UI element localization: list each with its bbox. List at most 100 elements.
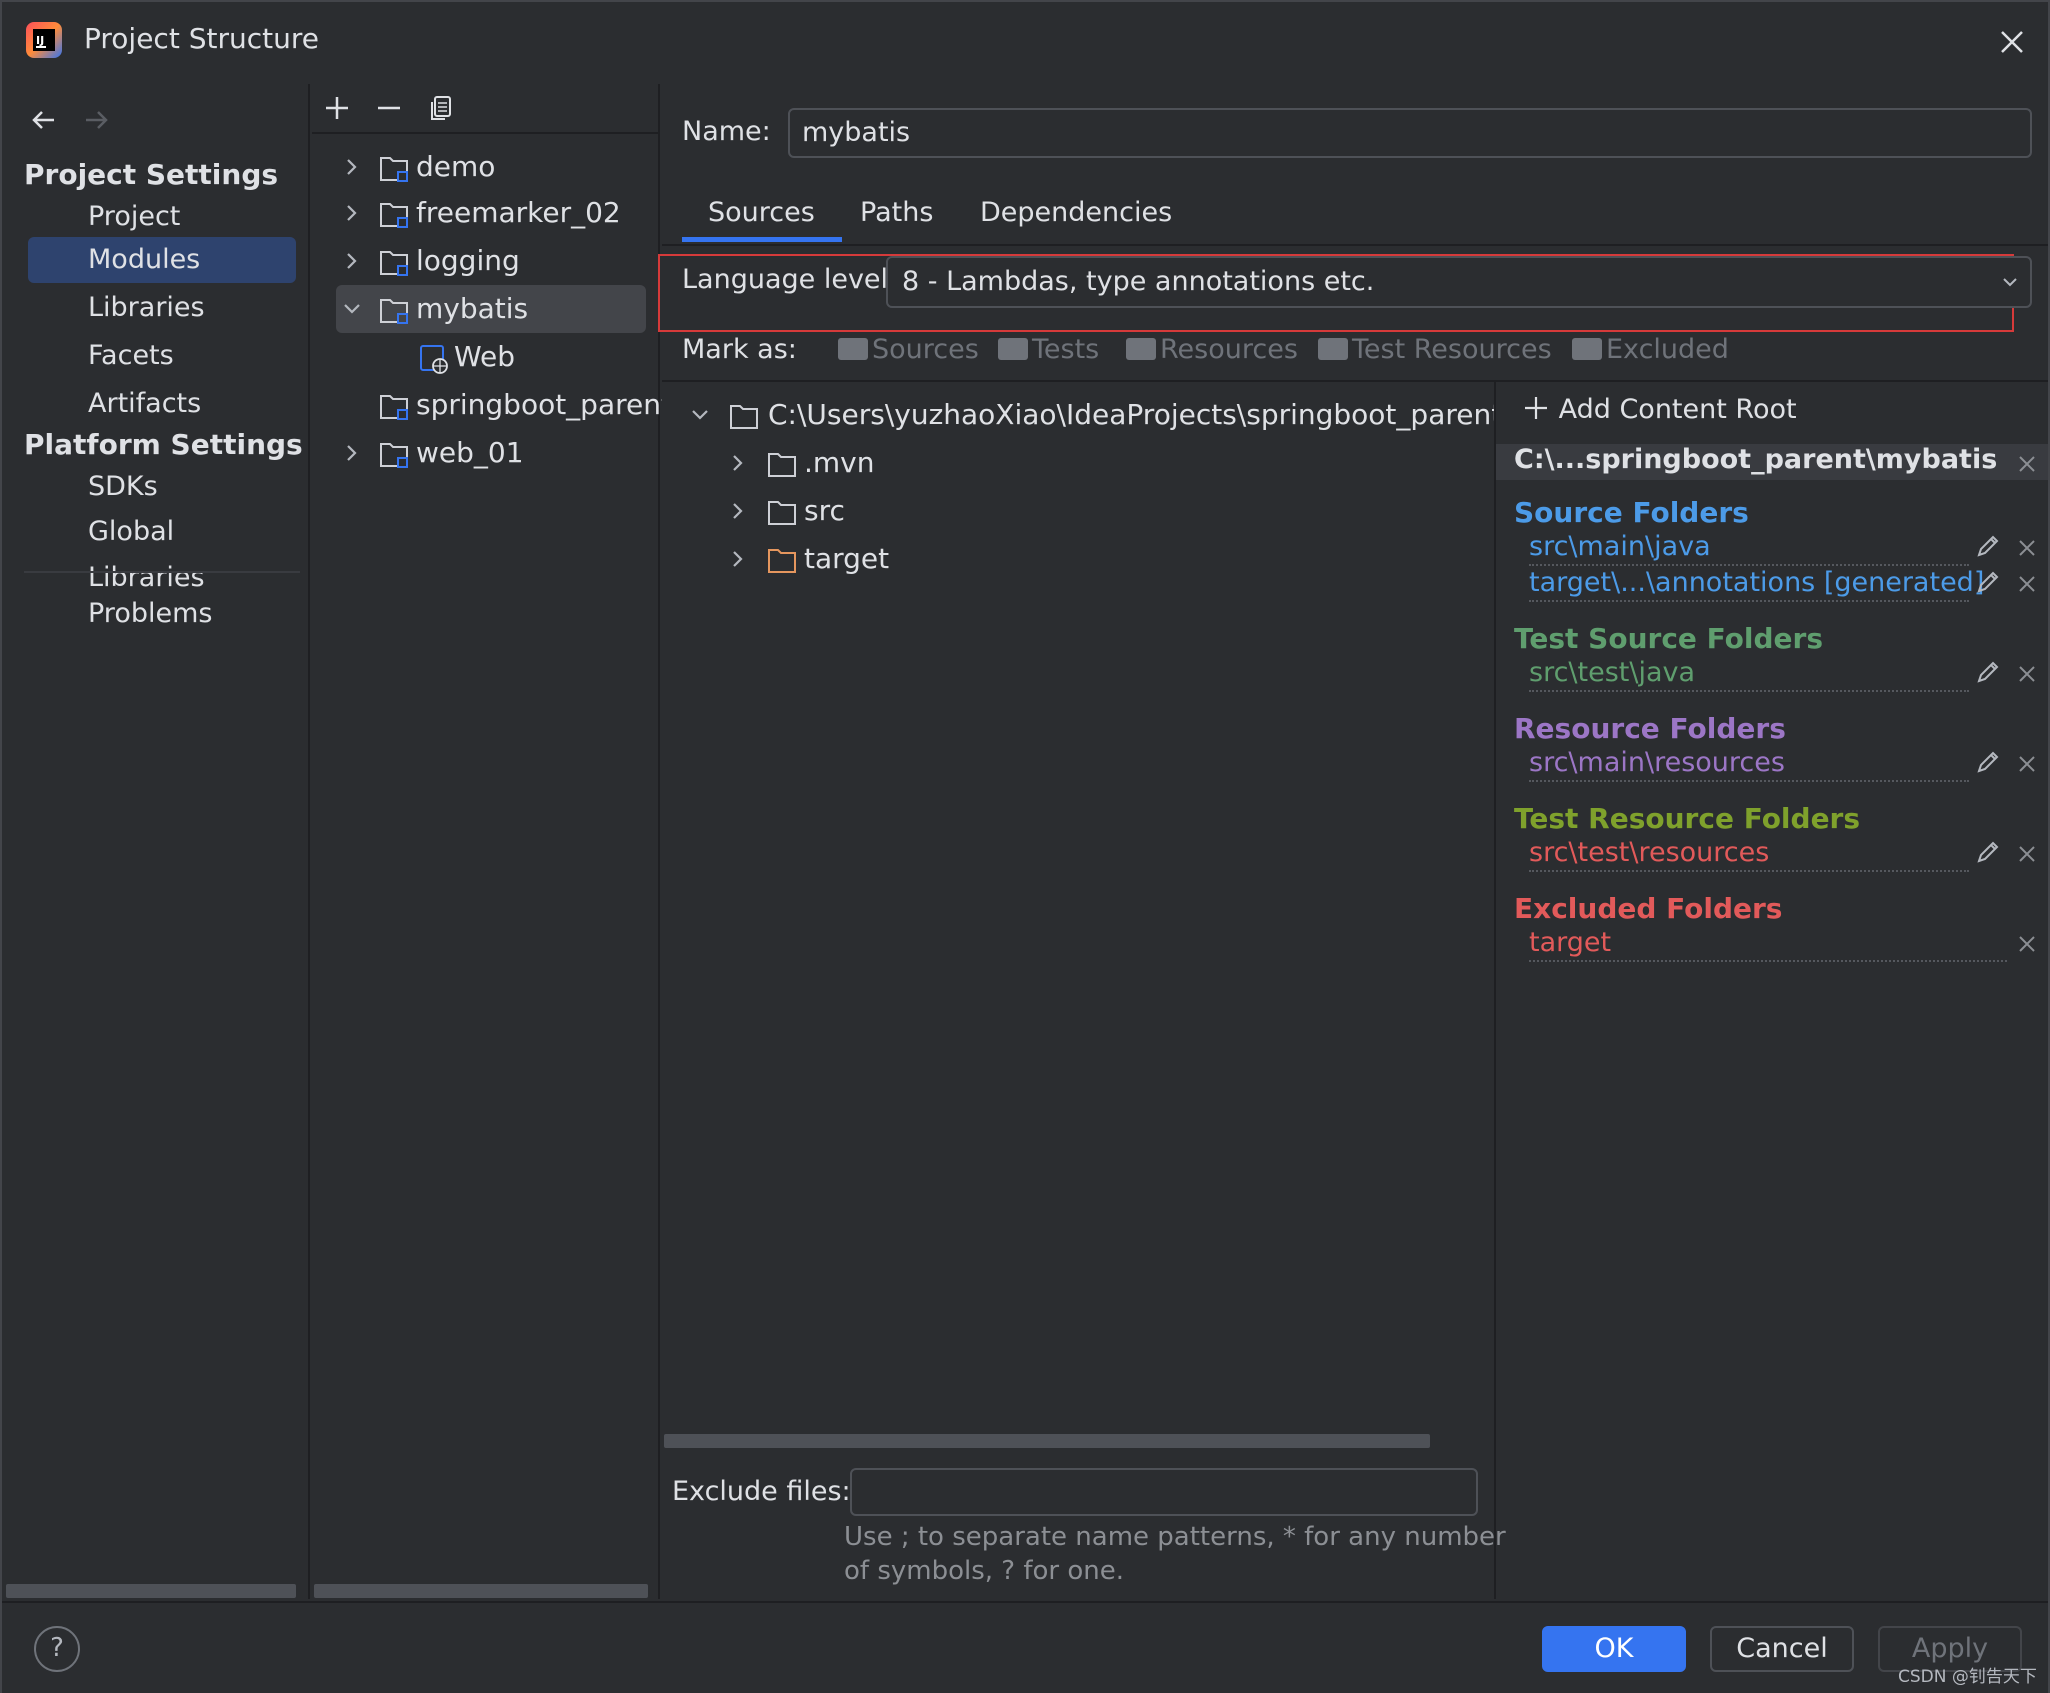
mark-as-resources-label: Resources xyxy=(1160,334,1298,365)
file-tree-scrollbar[interactable] xyxy=(664,1434,1430,1448)
edit-pencil-icon[interactable] xyxy=(1974,532,2002,560)
nav-item-artifacts[interactable]: Artifacts xyxy=(28,381,296,427)
settings-nav: Project Settings Project Modules Librari… xyxy=(2,84,310,1599)
name-field[interactable]: mybatis xyxy=(788,108,2032,158)
module-name: web_01 xyxy=(416,436,524,469)
nav-item-global-libraries[interactable]: Global Libraries xyxy=(28,509,296,593)
copy-icon[interactable] xyxy=(426,93,456,123)
tests-folder-icon xyxy=(998,338,1028,360)
remove-folder-icon[interactable] xyxy=(2016,536,2038,558)
nav-divider xyxy=(24,571,300,573)
tab-dependencies[interactable]: Dependencies xyxy=(980,192,1180,242)
platform-settings-header: Platform Settings xyxy=(24,428,303,461)
module-name: springboot_parent xyxy=(416,388,672,421)
mark-as-excluded-button[interactable]: Excluded xyxy=(1572,334,1729,370)
chevron-right-icon[interactable] xyxy=(342,190,362,236)
nav-scrollbar[interactable] xyxy=(6,1584,296,1598)
content-root-path: C:\...springboot_parent\mybatis xyxy=(1514,444,1998,475)
exclude-files-input[interactable] xyxy=(850,1468,1478,1516)
mark-as-resources-button[interactable]: Resources xyxy=(1126,334,1298,370)
remove-folder-icon[interactable] xyxy=(2016,842,2038,864)
project-structure-dialog: IJ Project Structure Project Settings Pr… xyxy=(0,0,2050,1693)
language-level-select[interactable]: 8 - Lambdas, type annotations etc. xyxy=(886,256,2032,308)
remove-folder-icon[interactable] xyxy=(2016,572,2038,594)
edit-pencil-icon[interactable] xyxy=(1974,748,2002,776)
edit-pencil-icon[interactable] xyxy=(1974,838,2002,866)
language-level-value: 8 - Lambdas, type annotations etc. xyxy=(902,266,1375,297)
remove-content-root-icon[interactable] xyxy=(2016,452,2038,474)
name-label: Name: xyxy=(682,116,771,147)
excluded-folder-icon xyxy=(766,536,798,582)
test-resources-folder-icon xyxy=(1318,338,1348,360)
chevron-right-icon[interactable] xyxy=(342,430,362,476)
close-icon[interactable] xyxy=(1992,22,2032,62)
nav-item-libraries[interactable]: Libraries xyxy=(28,285,296,331)
chevron-right-icon[interactable] xyxy=(728,536,748,582)
chevron-right-icon[interactable] xyxy=(342,238,362,284)
remove-folder-icon[interactable] xyxy=(2016,752,2038,774)
help-button[interactable]: ? xyxy=(34,1626,80,1672)
folder-icon xyxy=(766,440,798,486)
source-folder-item[interactable]: src\main\java xyxy=(1529,531,1969,566)
ok-button[interactable]: OK xyxy=(1542,1626,1686,1672)
mark-as-sources-button[interactable]: Sources xyxy=(838,334,979,370)
chevron-right-icon[interactable] xyxy=(342,144,362,190)
window-title: Project Structure xyxy=(84,22,319,55)
chevron-right-icon[interactable] xyxy=(728,440,748,486)
nav-item-facets[interactable]: Facets xyxy=(28,333,296,379)
resource-folder-item[interactable]: src\main\resources xyxy=(1529,747,1969,782)
test-resource-folders-title: Test Resource Folders xyxy=(1514,802,1861,835)
remove-folder-icon[interactable] xyxy=(2016,662,2038,684)
excluded-folder-item[interactable]: target xyxy=(1529,927,2007,962)
module-folder-icon xyxy=(378,382,410,428)
title-bar: IJ Project Structure xyxy=(2,2,2048,82)
chevron-down-icon[interactable] xyxy=(690,392,710,438)
mark-as-tests-label: Tests xyxy=(1032,334,1100,365)
test-source-folder-item[interactable]: src\test\java xyxy=(1529,657,1969,692)
nav-item-modules[interactable]: Modules xyxy=(28,237,296,283)
module-folder-icon xyxy=(378,238,410,284)
module-name: freemarker_02 xyxy=(416,196,621,229)
remove-icon[interactable] xyxy=(374,93,404,123)
exclude-files-hint-1: Use ; to separate name patterns, * for a… xyxy=(844,1522,1506,1552)
resource-folder-path: src\main\resources xyxy=(1529,747,1787,778)
source-folder-item[interactable]: target\...\annotations [generated] xyxy=(1529,567,1987,602)
module-folder-icon xyxy=(378,286,410,332)
mark-as-sources-label: Sources xyxy=(872,334,979,365)
file-tree-item-label: .mvn xyxy=(804,446,875,479)
remove-folder-icon[interactable] xyxy=(2016,932,2038,954)
module-name: logging xyxy=(416,244,520,277)
nav-item-project[interactable]: Project xyxy=(28,194,296,240)
file-tree-item-label: src xyxy=(804,494,845,527)
module-name: demo xyxy=(416,150,496,183)
forward-arrow-icon[interactable] xyxy=(80,104,112,136)
project-settings-header: Project Settings xyxy=(24,158,279,191)
edit-pencil-icon[interactable] xyxy=(1974,568,2002,596)
file-tree: C:\Users\yuzhaoXiao\IdeaProjects\springb… xyxy=(662,382,1494,1599)
add-icon[interactable] xyxy=(322,93,352,123)
chevron-right-icon[interactable] xyxy=(728,488,748,534)
modules-scrollbar[interactable] xyxy=(314,1584,648,1598)
mark-as-tests-button[interactable]: Tests xyxy=(998,334,1099,370)
add-content-root-label: Add Content Root xyxy=(1558,394,1797,425)
svg-text:IJ: IJ xyxy=(36,34,44,47)
chevron-down-icon[interactable] xyxy=(342,286,362,332)
mark-as-test-resources-button[interactable]: Test Resources xyxy=(1318,334,1552,370)
nav-item-sdks[interactable]: SDKs xyxy=(28,464,296,510)
test-source-folder-path: src\test\java xyxy=(1529,657,1698,688)
intellij-logo-icon: IJ xyxy=(24,20,64,60)
tab-paths[interactable]: Paths xyxy=(860,192,960,242)
resources-folder-icon xyxy=(1126,338,1156,360)
nav-item-problems[interactable]: Problems xyxy=(28,591,296,637)
test-resource-folder-item[interactable]: src\test\resources xyxy=(1529,837,1969,872)
cancel-button[interactable]: Cancel xyxy=(1710,1626,1854,1672)
test-source-folders-title: Test Source Folders xyxy=(1514,622,1823,655)
edit-pencil-icon[interactable] xyxy=(1974,658,2002,686)
exclude-files-label: Exclude files: xyxy=(672,1476,851,1507)
add-content-root-button[interactable]: Add Content Root xyxy=(1522,394,1797,425)
module-folder-icon xyxy=(378,190,410,236)
source-folder-path: src\main\java xyxy=(1529,531,1713,562)
tab-sources[interactable]: Sources xyxy=(682,192,842,242)
module-folder-icon xyxy=(378,144,410,190)
back-arrow-icon[interactable] xyxy=(28,104,60,136)
